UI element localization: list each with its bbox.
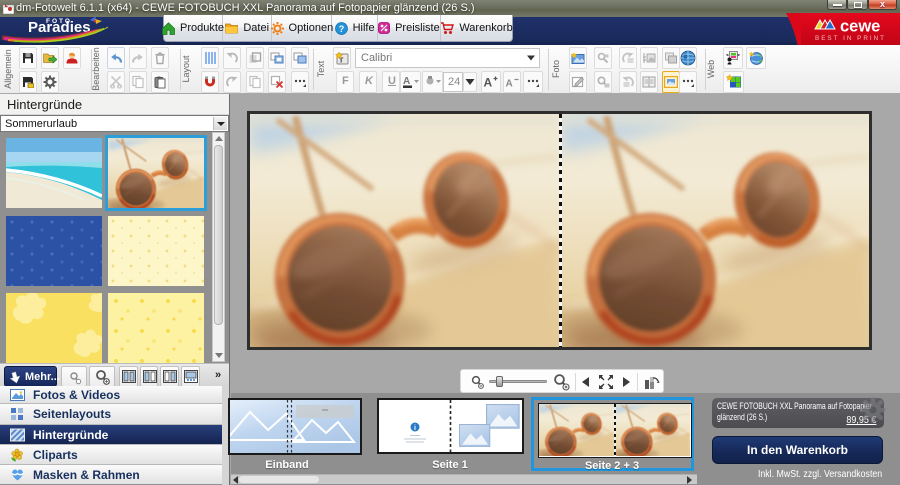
svg-text:i: i <box>414 425 416 432</box>
svg-text:A: A <box>506 79 513 89</box>
svg-text:A: A <box>403 76 410 87</box>
svg-text:BEST IN PRINT: BEST IN PRINT <box>815 35 886 42</box>
svg-text:A: A <box>484 76 493 89</box>
svg-text:cewe: cewe <box>840 18 880 36</box>
svg-text:?: ? <box>338 23 344 33</box>
